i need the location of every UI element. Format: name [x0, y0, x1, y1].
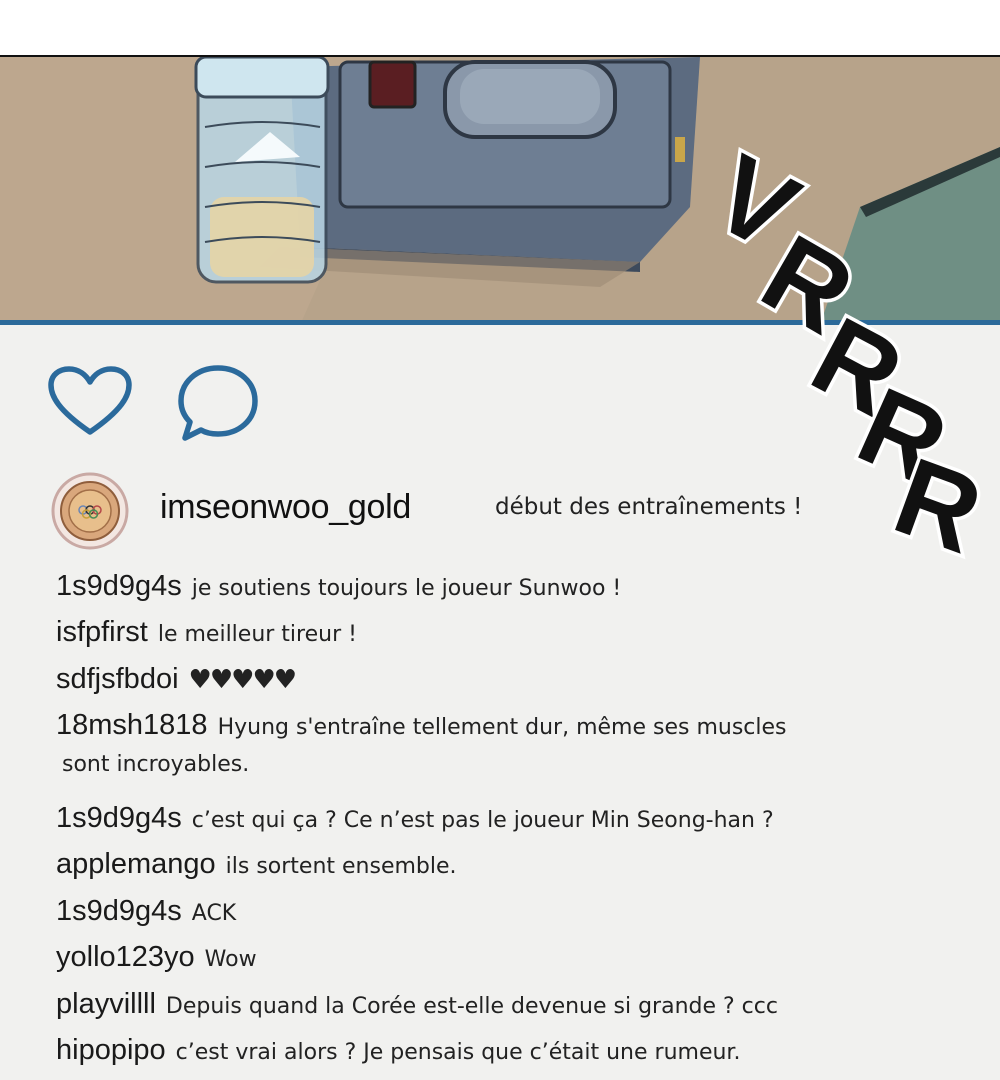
post-photo [0, 57, 1000, 325]
post-username[interactable]: imseonwoo_gold [160, 488, 411, 527]
comment-text: Depuis quand la Corée est-elle devenue s… [165, 994, 778, 1019]
comment-text: c’est qui ça ? Ce n’est pas le joueur Mi… [191, 808, 774, 833]
comment-text: c’est vrai alors ? Je pensais que c’étai… [175, 1040, 741, 1065]
avatar[interactable] [51, 472, 129, 550]
comment-text: ACK [191, 901, 237, 926]
speech-bubble-icon[interactable] [177, 364, 259, 446]
comment-username[interactable]: sdfjsfbdoi [56, 663, 179, 695]
comment-text: je soutiens toujours le joueur Sunwoo ! [191, 576, 622, 601]
comment: 1s9d9g4s c’est qui ça ? Ce n’est pas le j… [56, 802, 774, 835]
comment-text: ♥♥♥♥♥ [188, 665, 298, 695]
post-caption: début des entraînements ! [495, 494, 803, 520]
comment-text: le meilleur tireur ! [157, 622, 357, 647]
comment: sdfjsfbdoi ♥♥♥♥♥ [56, 663, 298, 696]
comment-username[interactable]: 1s9d9g4s [56, 895, 182, 927]
comment-username[interactable]: 1s9d9g4s [56, 570, 182, 602]
comment: yollo123yo Wow [56, 941, 257, 974]
comment: 18msh1818 Hyung s'entraîne tellement dur,… [56, 709, 787, 742]
comment-username[interactable]: 18msh1818 [56, 709, 208, 741]
comment: playvillll Depuis quand la Corée est-elle… [56, 988, 778, 1021]
comment-text: Hyung s'entraîne tellement dur, même ses… [217, 715, 787, 740]
comment: 1s9d9g4s ACK [56, 895, 236, 928]
comment-username[interactable]: playvillll [56, 988, 156, 1020]
comment-username[interactable]: isfpfirst [56, 616, 148, 648]
comment-text-continuation: sont incroyables. [62, 752, 250, 777]
comment-username[interactable]: yollo123yo [56, 941, 195, 973]
comment-username[interactable]: 1s9d9g4s [56, 802, 182, 834]
comment: isfpfirst le meilleur tireur ! [56, 616, 357, 649]
comment-text: ils sortent ensemble. [225, 854, 457, 879]
comment-username[interactable]: hipopipo [56, 1034, 166, 1066]
comment-username[interactable]: applemango [56, 848, 216, 880]
comment: applemango ils sortent ensemble. [56, 848, 457, 881]
comment: hipopipo c’est vrai alors ? Je pensais qu… [56, 1034, 740, 1067]
comment: 1s9d9g4s je soutiens toujours le joueur S… [56, 570, 621, 603]
water-glass [194, 57, 330, 284]
heart-icon[interactable] [48, 366, 132, 440]
comment-text: Wow [204, 947, 257, 972]
